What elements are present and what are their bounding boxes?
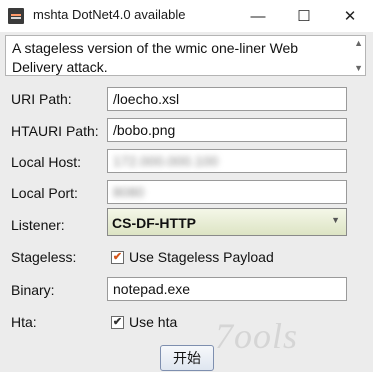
minimize-button[interactable]: — bbox=[235, 0, 281, 32]
local-port-input[interactable]: 8080 bbox=[107, 180, 347, 204]
terminal-icon bbox=[8, 8, 24, 24]
htauri-path-label: HTAURI Path: bbox=[11, 123, 99, 139]
description-text: A stageless version of the wmic one-line… bbox=[12, 40, 299, 75]
binary-label: Binary: bbox=[11, 282, 55, 298]
close-button[interactable]: ✕ bbox=[327, 0, 373, 32]
listener-select[interactable]: CS-DF-HTTP ▼ bbox=[107, 208, 347, 236]
maximize-button[interactable]: ☐ bbox=[281, 0, 327, 32]
local-port-value: 8080 bbox=[113, 184, 145, 200]
listener-value: CS-DF-HTTP bbox=[112, 215, 196, 231]
htauri-path-input[interactable]: /bobo.png bbox=[107, 118, 347, 142]
dialog-window: mshta DotNet4.0 available — ☐ ✕ A stagel… bbox=[0, 0, 373, 372]
stageless-checkbox[interactable]: ✔ bbox=[111, 250, 124, 264]
local-port-label: Local Port: bbox=[11, 185, 78, 201]
uri-path-input[interactable]: /loecho.xsl bbox=[107, 87, 347, 111]
title-bar: mshta DotNet4.0 available — ☐ ✕ bbox=[0, 0, 373, 32]
chevron-down-icon: ▼ bbox=[331, 215, 340, 225]
scroll-up-icon[interactable]: ▲ bbox=[354, 38, 363, 48]
watermark-logo: 7ools bbox=[215, 316, 299, 356]
uri-path-label: URI Path: bbox=[11, 91, 72, 107]
start-button[interactable]: 开始 bbox=[160, 345, 214, 371]
local-host-label: Local Host: bbox=[11, 154, 82, 170]
scroll-down-icon[interactable]: ▼ bbox=[354, 63, 363, 73]
listener-label: Listener: bbox=[11, 217, 65, 233]
hta-checkbox[interactable]: ✔ bbox=[111, 315, 124, 329]
local-host-input[interactable]: 172.000.000.100 bbox=[107, 149, 347, 173]
window-title: mshta DotNet4.0 available bbox=[33, 7, 186, 22]
binary-input[interactable]: notepad.exe bbox=[107, 277, 347, 301]
hta-checkbox-row[interactable]: ✔ Use hta bbox=[111, 314, 177, 330]
hta-label: Hta: bbox=[11, 314, 37, 330]
hta-checkbox-label: Use hta bbox=[129, 314, 178, 330]
description-box[interactable]: A stageless version of the wmic one-line… bbox=[5, 35, 366, 76]
stageless-checkbox-label: Use Stageless Payload bbox=[129, 249, 274, 265]
local-host-value: 172.000.000.100 bbox=[113, 153, 219, 169]
stageless-label: Stageless: bbox=[11, 249, 77, 265]
stageless-checkbox-row[interactable]: ✔ Use Stageless Payload bbox=[111, 249, 274, 265]
